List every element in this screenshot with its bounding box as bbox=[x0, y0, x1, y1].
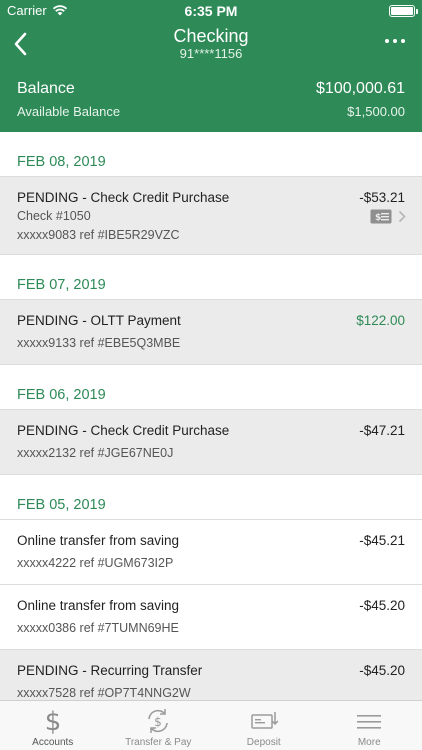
transaction-row[interactable]: PENDING - Check Credit Purchase Check #1… bbox=[0, 177, 422, 255]
more-options-icon[interactable] bbox=[384, 36, 406, 46]
transaction-description: PENDING - Check Credit Purchase bbox=[17, 190, 230, 205]
clock: 6:35 PM bbox=[184, 3, 238, 19]
tab-label: Transfer & Pay bbox=[125, 737, 192, 748]
svg-text:$: $ bbox=[44, 707, 61, 736]
tab-label: Deposit bbox=[246, 737, 281, 748]
status-bar: Carrier 6:35 PM bbox=[0, 0, 422, 22]
available-balance-value: $1,500.00 bbox=[347, 104, 405, 119]
tab-bar: $ Accounts $ Transfer & Pay Deposit More bbox=[0, 700, 422, 750]
transaction-list[interactable]: FEB 08, 2019 PENDING - Check Credit Purc… bbox=[0, 132, 422, 700]
transaction-description: PENDING - Recurring Transfer bbox=[17, 663, 203, 678]
transaction-amount: -$45.20 bbox=[359, 598, 405, 613]
transaction-amount: $122.00 bbox=[356, 313, 405, 328]
transaction-amount: -$53.21 bbox=[359, 190, 405, 205]
transaction-description: PENDING - OLTT Payment bbox=[17, 313, 181, 328]
transaction-ref: xxxxx7528 ref #OP7T4NNG2W bbox=[17, 686, 191, 700]
date-header: FEB 08, 2019 bbox=[0, 132, 422, 177]
balance-label: Balance bbox=[17, 80, 75, 97]
transaction-row[interactable]: Online transfer from saving xxxxx4222 re… bbox=[0, 520, 422, 585]
dollar-icon: $ bbox=[44, 707, 61, 736]
transaction-ref: xxxxx4222 ref #UGM673I2P bbox=[17, 556, 174, 570]
svg-text:$: $ bbox=[375, 213, 381, 223]
date-header: FEB 06, 2019 bbox=[0, 365, 422, 410]
menu-icon bbox=[357, 715, 382, 729]
account-number: 91****1156 bbox=[179, 46, 243, 61]
transaction-amount: -$45.21 bbox=[359, 533, 405, 548]
tab-deposit[interactable]: Deposit bbox=[211, 701, 317, 750]
tab-accounts[interactable]: $ Accounts bbox=[0, 701, 106, 750]
transaction-description: PENDING - Check Credit Purchase bbox=[17, 423, 230, 438]
check-image-icon[interactable]: $ bbox=[370, 209, 392, 224]
transaction-row[interactable]: PENDING - Recurring Transfer xxxxx7528 r… bbox=[0, 650, 422, 700]
transaction-ref: xxxxx9083 ref #IBE5R29VZC bbox=[17, 228, 180, 242]
transfer-pay-icon: $ bbox=[148, 709, 168, 733]
transaction-row[interactable]: PENDING - OLTT Payment xxxxx9133 ref #EB… bbox=[0, 300, 422, 365]
transaction-amount: -$45.20 bbox=[359, 663, 405, 678]
transaction-ref: xxxxx0386 ref #7TUMN69HE bbox=[17, 621, 179, 635]
tab-label: More bbox=[357, 737, 381, 748]
svg-text:$: $ bbox=[154, 715, 162, 729]
tab-transfer-pay[interactable]: $ Transfer & Pay bbox=[106, 701, 212, 750]
battery-icon bbox=[389, 5, 418, 17]
transaction-amount: -$47.21 bbox=[359, 423, 405, 438]
transaction-row[interactable]: PENDING - Check Credit Purchase xxxxx213… bbox=[0, 410, 422, 475]
transaction-description: Online transfer from saving bbox=[17, 598, 180, 613]
date-header: FEB 07, 2019 bbox=[0, 255, 422, 300]
chevron-right-icon bbox=[398, 210, 406, 223]
deposit-icon bbox=[251, 712, 279, 729]
tab-more[interactable]: More bbox=[317, 701, 422, 750]
transaction-ref: xxxxx9133 ref #EBE5Q3MBE bbox=[17, 336, 181, 350]
date-header: FEB 05, 2019 bbox=[0, 475, 422, 520]
check-number: Check #1050 bbox=[17, 209, 91, 223]
available-balance-label: Available Balance bbox=[17, 104, 121, 119]
balance-value: $100,000.61 bbox=[316, 80, 405, 97]
transaction-description: Online transfer from saving bbox=[17, 533, 180, 548]
transaction-row[interactable]: Online transfer from saving xxxxx0386 re… bbox=[0, 585, 422, 650]
tab-label: Accounts bbox=[32, 737, 74, 748]
page-title: Checking bbox=[173, 26, 249, 46]
account-header: Carrier 6:35 PM Checking 91****1156 Bala… bbox=[0, 0, 422, 132]
transaction-ref: xxxxx2132 ref #JGE67NE0J bbox=[17, 446, 174, 460]
